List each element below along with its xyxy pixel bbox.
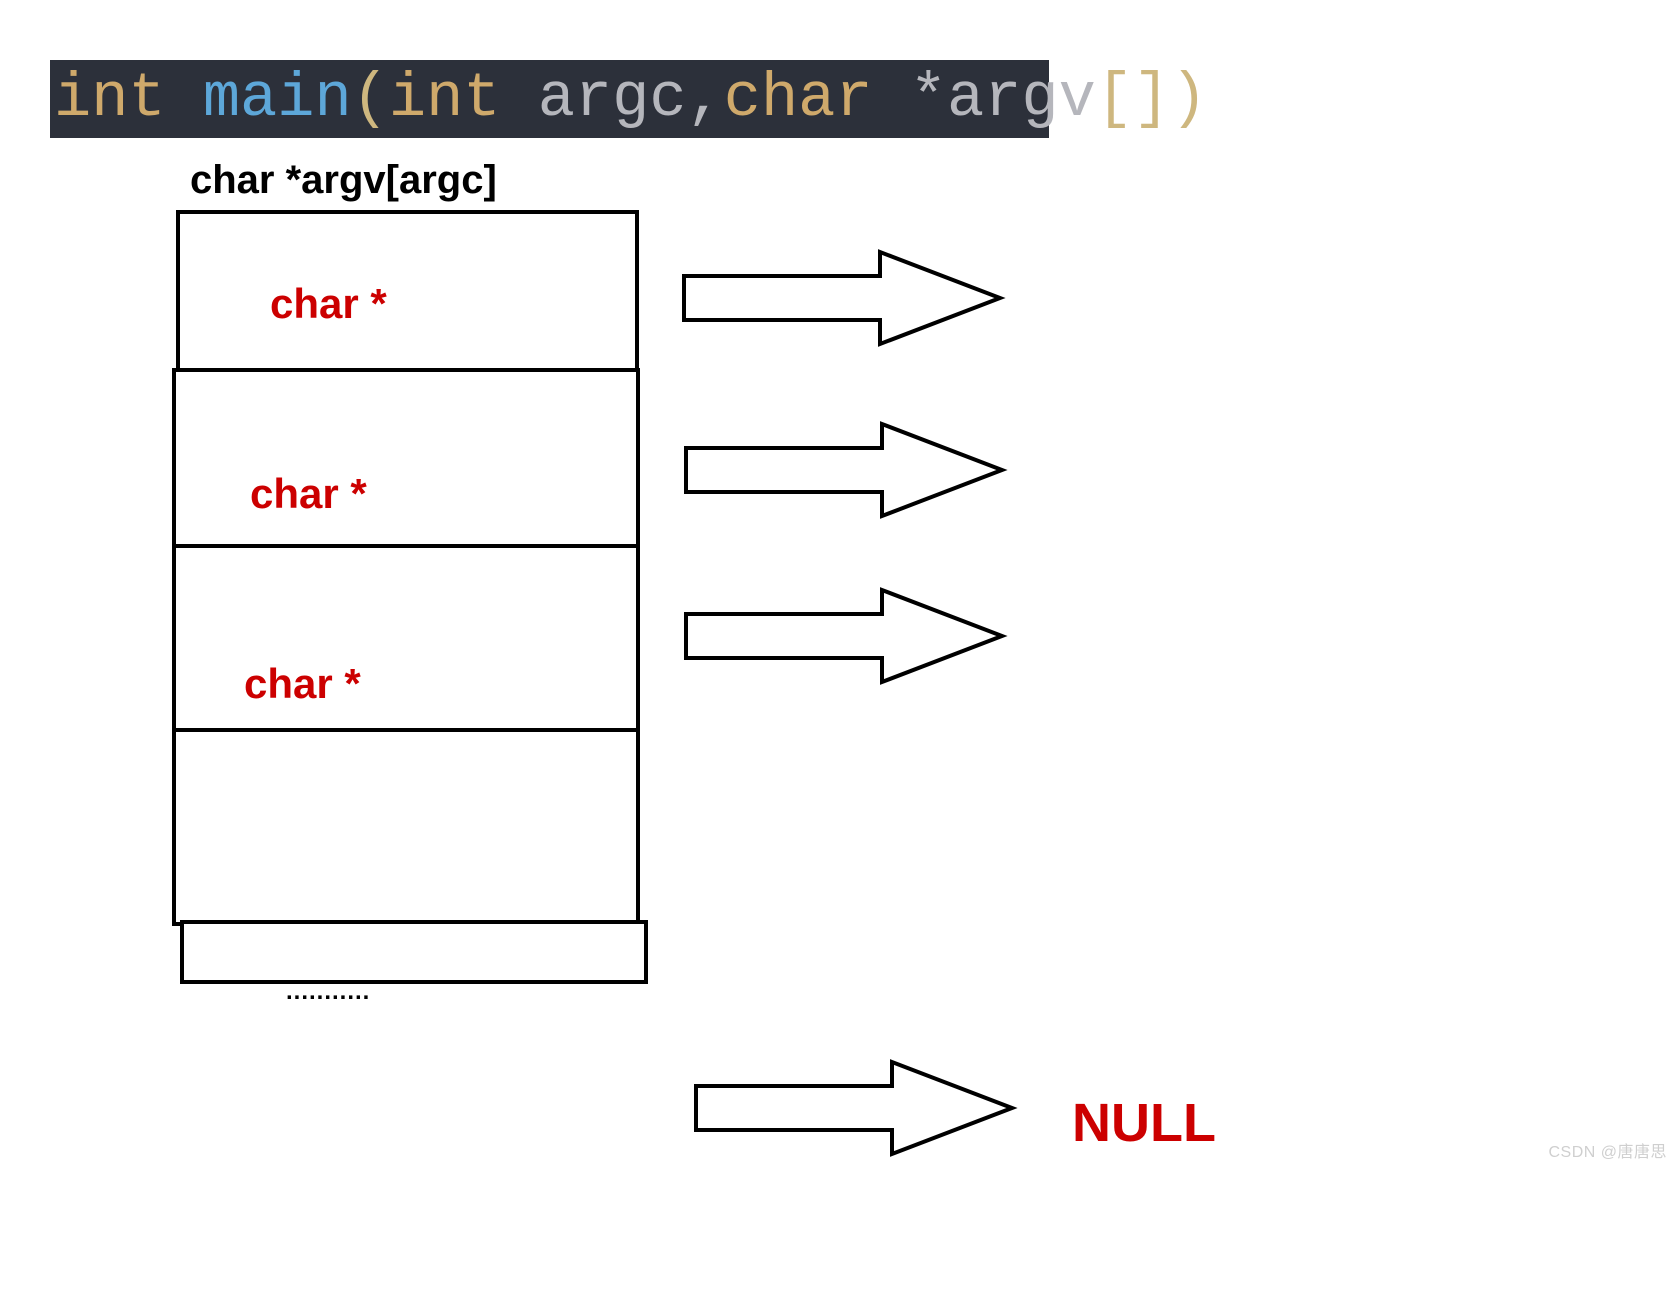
bracket-open: [ (1096, 63, 1133, 134)
type-int: int (389, 63, 538, 134)
bracket-close: ] (1133, 63, 1170, 134)
star-op: * (910, 63, 947, 134)
type-char: char (724, 63, 910, 134)
arrow-0 (680, 248, 1010, 348)
arrow-null (692, 1058, 1022, 1158)
identifier-argv: argv (947, 63, 1096, 134)
ellipsis-dots: ........... (286, 978, 370, 1006)
array-label: char *argv[argc] (190, 158, 497, 203)
paren-close: ) (1170, 63, 1207, 134)
identifier-main: main (203, 63, 352, 134)
arrow-2 (682, 586, 1012, 686)
array-cell-3 (172, 728, 640, 926)
null-label: NULL (1072, 1092, 1216, 1154)
paren-open: ( (352, 63, 389, 134)
arrow-1 (682, 420, 1012, 520)
array-cell-1-label: char * (250, 470, 367, 518)
comma: , (687, 63, 724, 134)
array-cell-0 (176, 210, 639, 376)
keyword-int: int (54, 63, 203, 134)
array-cell-1 (172, 368, 640, 550)
identifier-argc: argc (538, 63, 687, 134)
array-cell-0-label: char * (270, 280, 387, 328)
array-cell-2 (172, 544, 640, 734)
watermark: CSDN @唐唐思 (1548, 1138, 1667, 1162)
code-signature: int main(int argc,char *argv[]) (50, 60, 1049, 138)
array-cell-2-label: char * (244, 660, 361, 708)
array-cell-4 (180, 920, 648, 984)
